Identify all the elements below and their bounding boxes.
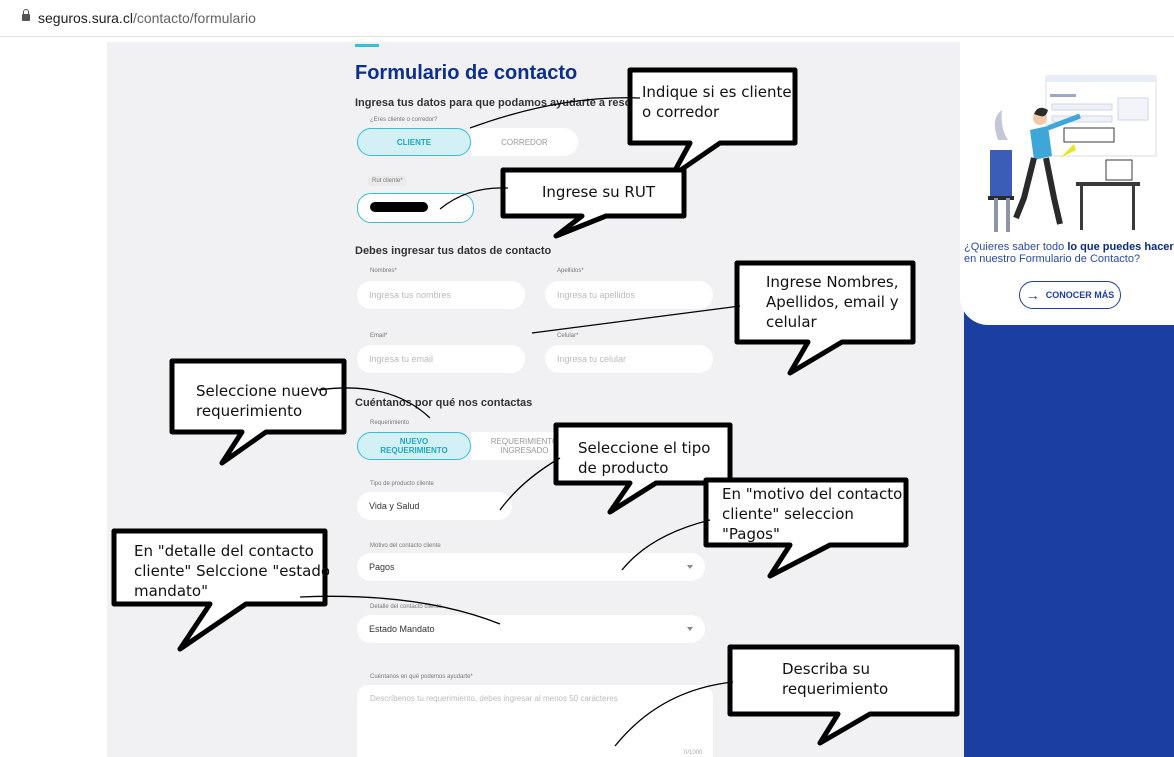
callout-rut-shape: [500, 167, 687, 239]
annotation-overlay: [111, 67, 960, 747]
callout-producto: Seleccione el tipo de producto: [578, 439, 711, 477]
pointer-line-nombres: [531, 305, 741, 334]
pointer-line-describa: [614, 681, 734, 747]
pointer-line-producto: [499, 457, 561, 511]
pointer-line-cliente: [469, 97, 641, 129]
pointer-line-motivo: [621, 519, 711, 571]
callout-describa: Describa su requerimiento: [782, 660, 889, 698]
pointer-line-rut: [439, 187, 509, 210]
callout-detalle: En "detalle del contacto cliente" Selccio…: [134, 542, 331, 600]
callout-rut: Ingrese su RUT: [542, 183, 655, 201]
callout-nuevo: Seleccione nuevo requerimiento: [196, 382, 328, 420]
callout-motivo: En "motivo del contacto cliente" seleccio…: [722, 485, 903, 543]
callout-cliente: Indique si es cliente o corredor: [642, 83, 792, 121]
callout-nombres: Ingrese Nombres, Apellidos, email y celula…: [766, 273, 899, 331]
